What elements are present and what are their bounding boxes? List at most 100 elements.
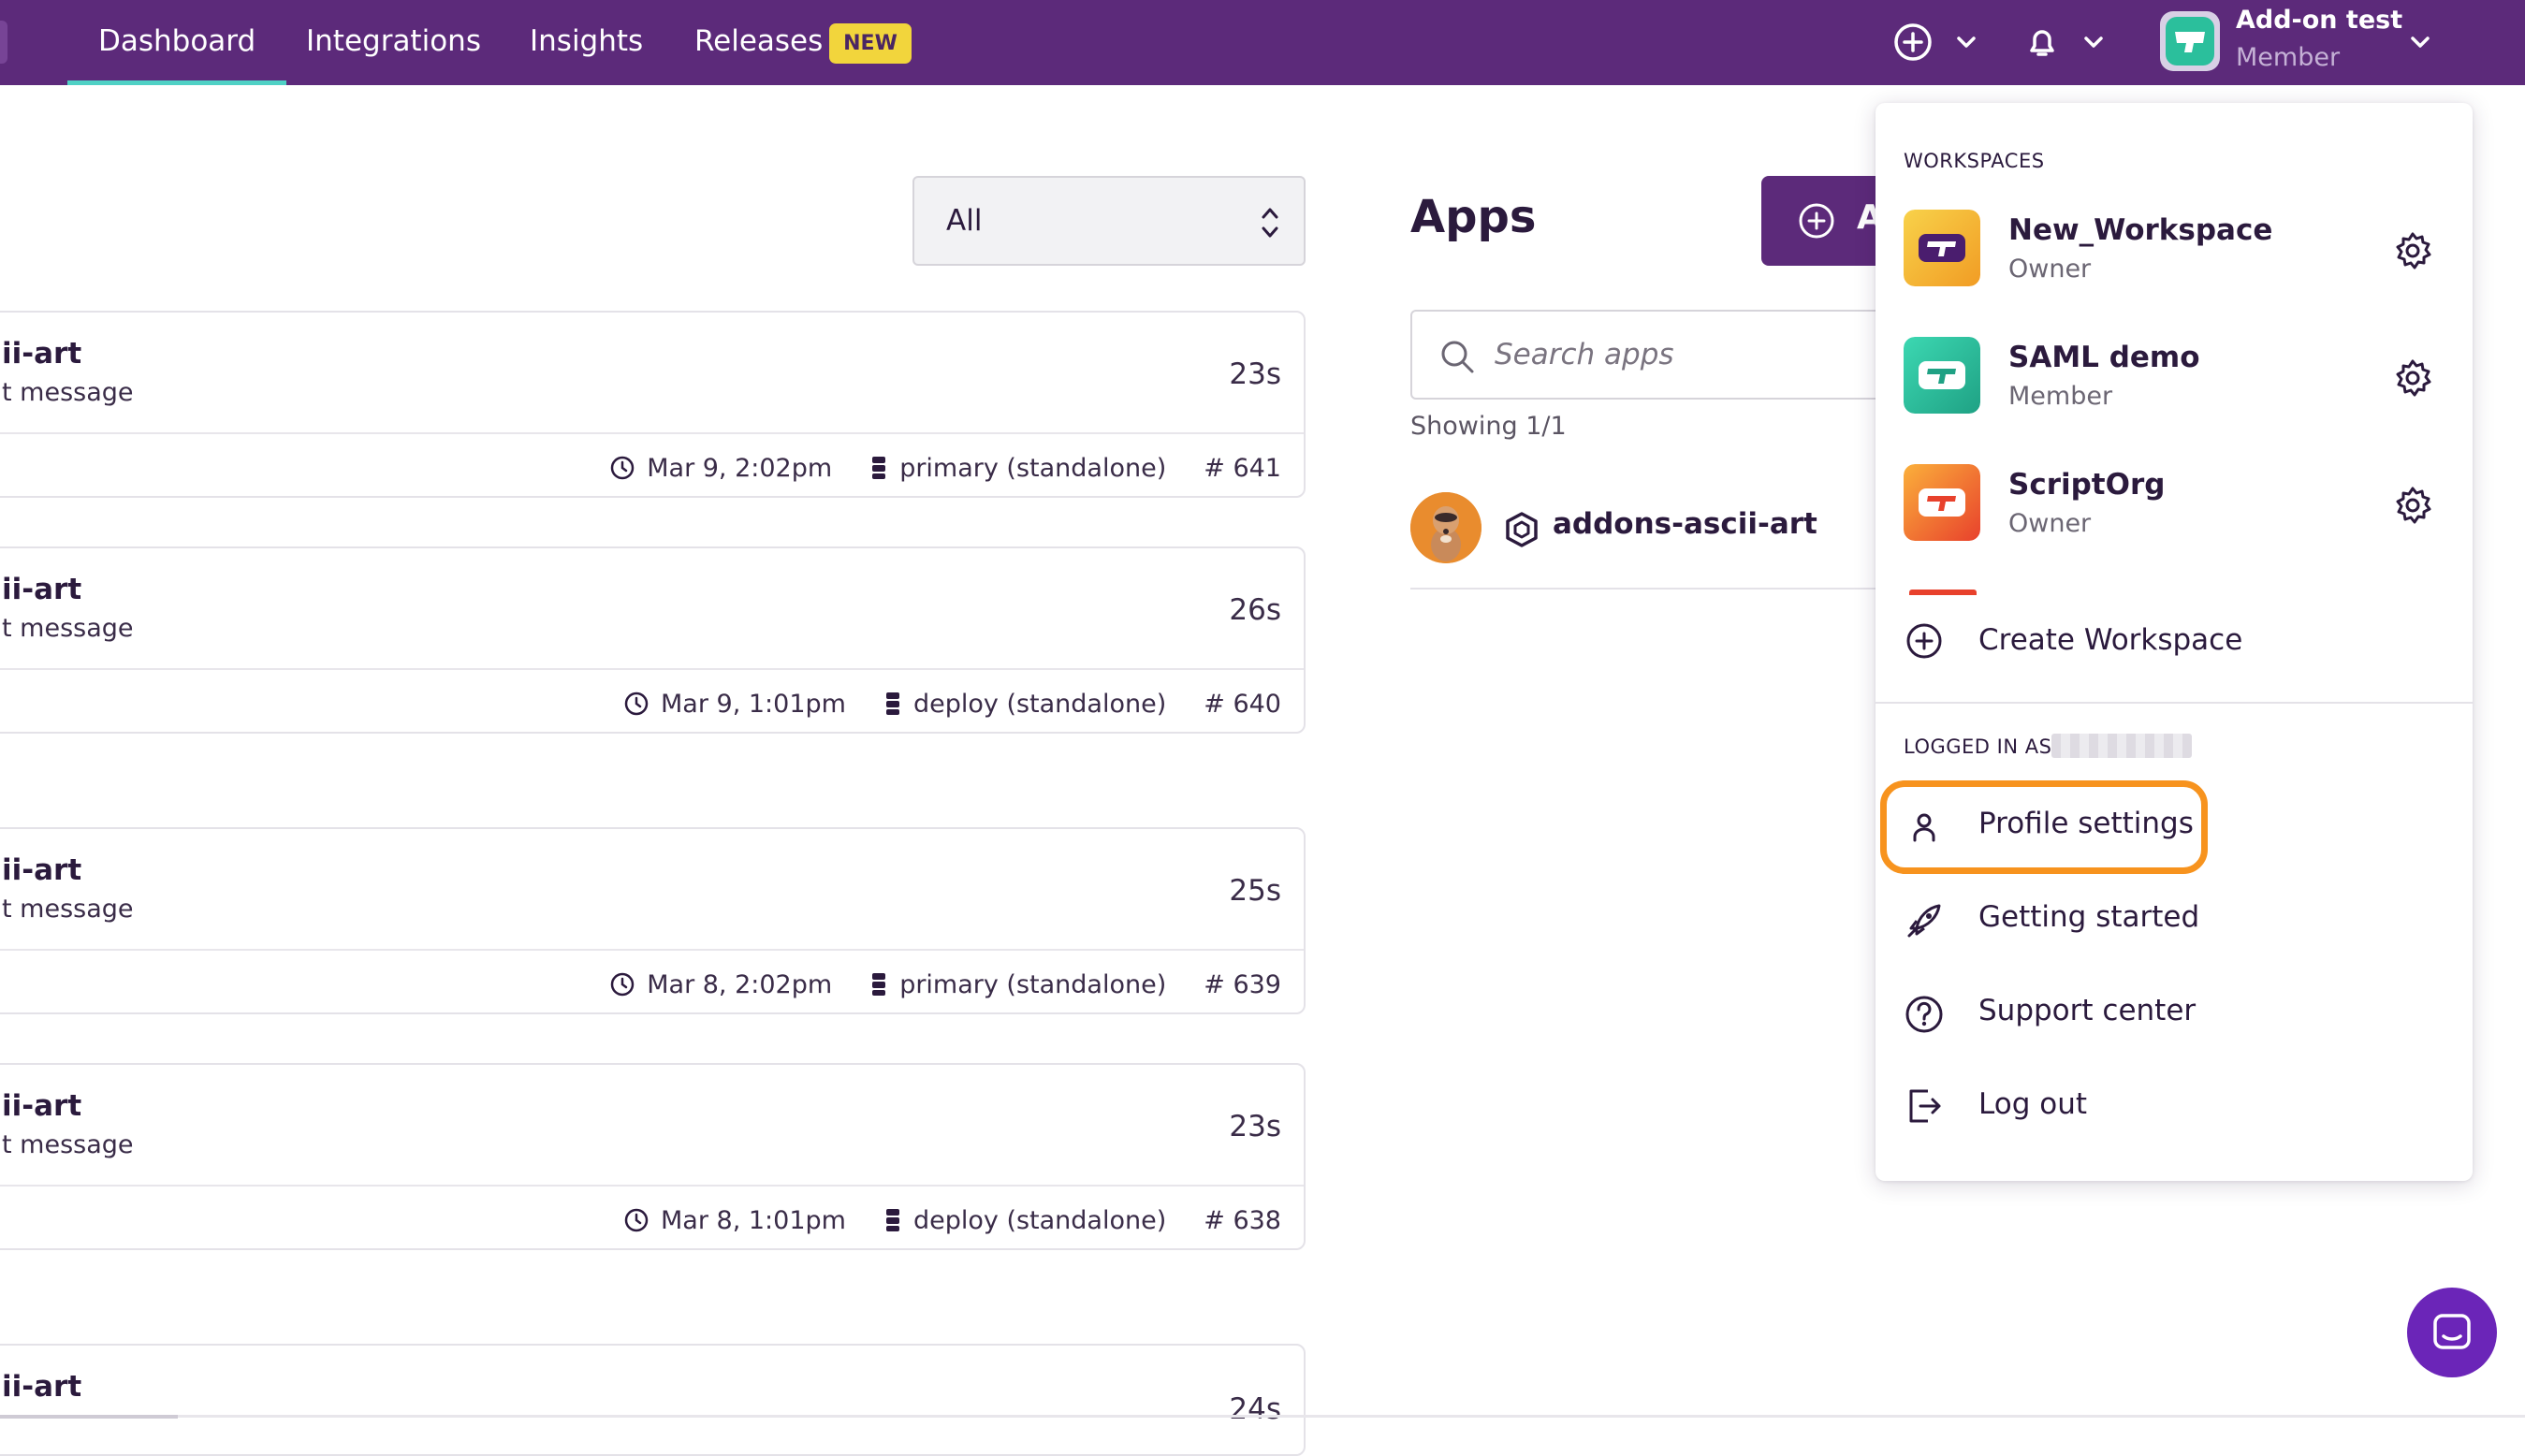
build-duration: 26s: [1229, 593, 1281, 627]
workflow-stack-icon: [872, 973, 886, 996]
bell-icon[interactable]: [2021, 21, 2064, 64]
apps-heading: Apps: [1410, 191, 1537, 243]
build-title: ii-art: [2, 337, 82, 371]
search-apps-input[interactable]: Search apps: [1410, 310, 1897, 400]
select-arrows-icon: [1262, 208, 1278, 238]
build-title: ii-art: [2, 1370, 82, 1404]
workspace-list-scroll-peek: [1909, 590, 1977, 595]
app-hexagon-icon: [1506, 512, 1538, 547]
search-placeholder: Search apps: [1495, 338, 1674, 371]
workspace-logo-icon: [1904, 210, 1980, 286]
build-duration: 24s: [1229, 1392, 1281, 1426]
build-number: # 638: [1204, 1205, 1281, 1235]
build-commit-message: t message: [2, 378, 134, 407]
build-duration: 23s: [1229, 357, 1281, 391]
build-number: # 640: [1204, 689, 1281, 719]
meerkat-avatar-icon: [1410, 492, 1481, 563]
tab-insights[interactable]: Insights: [530, 0, 643, 85]
build-card[interactable]: ii-art 24s: [0, 1344, 1306, 1456]
build-title: ii-art: [2, 1089, 82, 1123]
horizontal-scrollbar[interactable]: [0, 1415, 178, 1419]
chat-icon: [2433, 1314, 2471, 1349]
workspace-name: SAML demo: [2008, 341, 2200, 374]
question-circle-icon: [1905, 996, 1943, 1033]
gear-icon[interactable]: [2392, 230, 2433, 271]
build-filter-select[interactable]: All: [912, 176, 1306, 266]
account-dropdown-menu: WORKSPACES New_Workspace Owner SAML demo…: [1876, 103, 2473, 1181]
workspace-name: ScriptOrg: [2008, 468, 2166, 502]
build-card[interactable]: ii-art t message 26s Mar 9, 1:01pm deplo…: [0, 546, 1306, 734]
workspace-name: New_Workspace: [2008, 213, 2273, 247]
card-divider: [0, 668, 1304, 670]
showing-count: Showing 1/1: [1410, 412, 1567, 441]
build-workflow: deploy (standalone): [912, 689, 1167, 719]
menu-item-label: Getting started: [1978, 900, 2200, 934]
create-workspace-label: Create Workspace: [1978, 623, 2243, 657]
redacted-email: [2051, 734, 2192, 758]
clock-icon: [624, 1208, 649, 1232]
tab-releases[interactable]: Releases: [694, 0, 823, 85]
card-divider: [0, 949, 1304, 951]
account-workspace-logo[interactable]: [2160, 11, 2220, 71]
build-date: Mar 9, 2:02pm: [647, 453, 833, 483]
workflow-stack-icon: [885, 692, 899, 715]
build-commit-message: t message: [2, 895, 134, 924]
chevron-down-icon[interactable]: [2407, 29, 2433, 55]
build-duration: 25s: [1229, 874, 1281, 908]
build-meta: Mar 9, 2:02pm primary (standalone) # 641: [609, 449, 1281, 487]
workspace-logo-icon: [1904, 464, 1980, 541]
tab-integrations[interactable]: Integrations: [306, 0, 481, 85]
user-icon: [1913, 813, 1935, 842]
plus-circle-icon: [1799, 203, 1834, 239]
build-workflow: deploy (standalone): [912, 1205, 1167, 1235]
menu-item-label: Profile settings: [1978, 807, 2194, 840]
build-card[interactable]: ii-art t message 23s Mar 8, 1:01pm deplo…: [0, 1063, 1306, 1250]
gear-icon[interactable]: [2392, 485, 2433, 526]
build-number: # 639: [1204, 969, 1281, 999]
build-card[interactable]: ii-art t message 23s Mar 9, 2:02pm prima…: [0, 311, 1306, 498]
plus-circle-icon[interactable]: [1891, 21, 1934, 64]
search-icon: [1441, 341, 1474, 373]
gear-icon[interactable]: [2392, 357, 2433, 399]
chevron-down-icon[interactable]: [2080, 29, 2107, 55]
build-commit-message: t message: [2, 614, 134, 643]
workflow-stack-icon: [872, 457, 886, 479]
build-title: ii-art: [2, 573, 82, 606]
workspaces-label: WORKSPACES: [1904, 150, 2045, 172]
add-app-button[interactable]: A: [1761, 176, 1892, 266]
card-divider: [0, 432, 1304, 434]
build-card[interactable]: ii-art t message 25s Mar 8, 2:02pm prima…: [0, 827, 1306, 1014]
build-date: Mar 9, 1:01pm: [661, 689, 846, 719]
logout-icon: [1909, 1089, 1941, 1123]
workspace-role: Owner: [2008, 255, 2092, 284]
app-list-item[interactable]: addons-ascii-art: [1410, 488, 1897, 590]
app-name[interactable]: addons-ascii-art: [1553, 507, 1817, 541]
build-number: # 641: [1204, 453, 1281, 483]
clock-icon: [610, 972, 635, 997]
workspace-logo-icon: [2166, 17, 2214, 66]
plus-circle-icon: [1906, 623, 1942, 659]
build-meta: Mar 8, 1:01pm deploy (standalone) # 638: [623, 1201, 1281, 1239]
chat-support-button[interactable]: [2407, 1288, 2497, 1377]
chevron-down-icon[interactable]: [1953, 29, 1979, 55]
build-workflow: primary (standalone): [899, 969, 1167, 999]
workflow-stack-icon: [885, 1209, 899, 1231]
build-date: Mar 8, 1:01pm: [661, 1205, 846, 1235]
clock-icon: [624, 692, 649, 716]
account-role: Member: [2236, 43, 2341, 72]
account-name[interactable]: Add-on test: [2236, 6, 2402, 35]
dropdown-divider: [1876, 702, 2473, 704]
build-commit-message: t message: [2, 1130, 134, 1159]
build-meta: Mar 8, 2:02pm primary (standalone) # 639: [609, 966, 1281, 1003]
menu-item-label: Log out: [1978, 1087, 2087, 1121]
workspace-logo-icon: [1904, 337, 1980, 414]
nav-left-stub[interactable]: [0, 21, 7, 64]
build-date: Mar 8, 2:02pm: [647, 969, 833, 999]
menu-item-label: Support center: [1978, 994, 2197, 1027]
top-nav: Dashboard Integrations Insights Releases…: [0, 0, 2525, 85]
tab-dashboard[interactable]: Dashboard: [66, 0, 287, 85]
workspace-role: Owner: [2008, 509, 2092, 538]
clock-icon: [610, 456, 635, 480]
rocket-icon: [1907, 904, 1941, 938]
card-divider: [0, 1185, 1304, 1187]
